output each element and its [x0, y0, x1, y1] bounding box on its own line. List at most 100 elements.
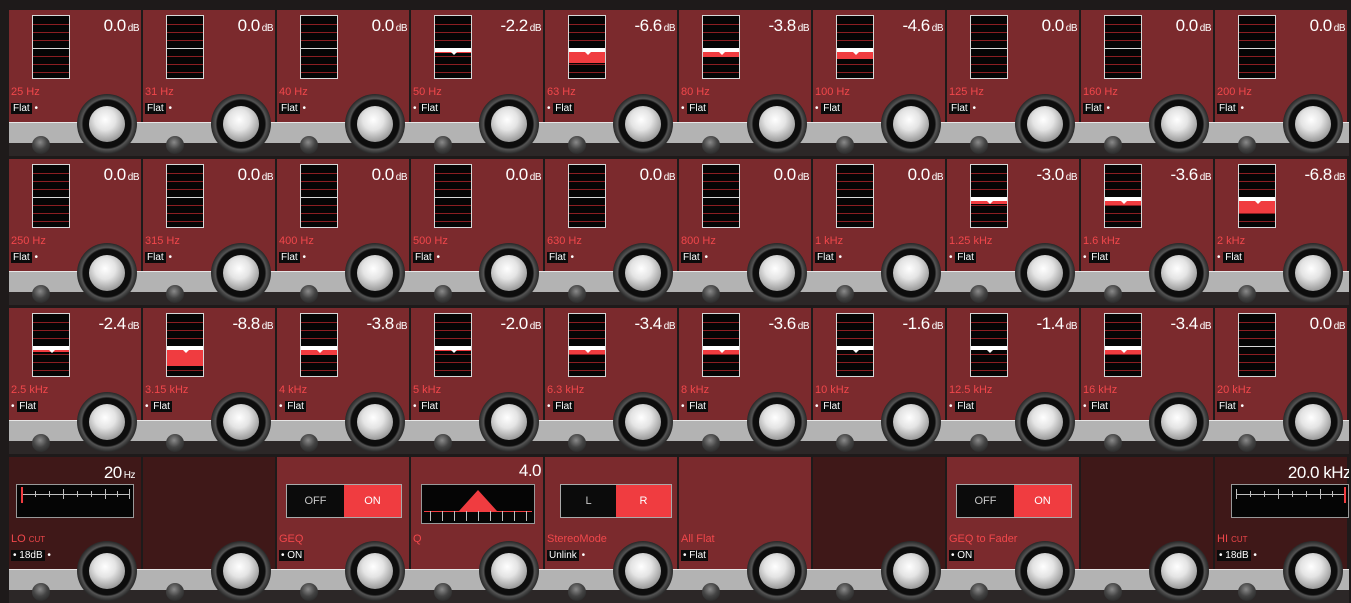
flat-selector[interactable]: Flat • [145, 252, 172, 266]
flat-selector[interactable]: • Flat [145, 401, 172, 415]
hi-cut-slider[interactable] [1231, 484, 1349, 518]
band-select-button[interactable] [300, 434, 318, 452]
band-select-button[interactable] [1104, 136, 1122, 154]
gain-knob[interactable] [345, 94, 405, 154]
flat-selector[interactable]: • Flat [547, 103, 574, 117]
gain-knob[interactable] [1283, 243, 1343, 303]
gain-knob[interactable] [1283, 392, 1343, 452]
band-select-button[interactable] [434, 136, 452, 154]
flat-selector[interactable]: • Flat [279, 401, 306, 415]
band-select-button[interactable] [568, 434, 586, 452]
flat-selector[interactable]: Flat • [681, 252, 708, 266]
stereo-toggle[interactable]: L R [560, 484, 672, 518]
flat-selector[interactable]: • Flat [681, 103, 708, 117]
band-select-button[interactable] [300, 285, 318, 303]
flat-selector[interactable]: • Flat [815, 401, 842, 415]
hi-cut-select-button[interactable] [1238, 583, 1256, 601]
gain-meter[interactable] [32, 15, 70, 79]
lo-cut-setting[interactable]: • 18dB • [11, 550, 51, 564]
flat-selector[interactable]: Flat • [279, 252, 306, 266]
gain-meter[interactable] [300, 164, 338, 228]
gain-meter[interactable] [434, 313, 472, 377]
gain-knob[interactable] [881, 94, 941, 154]
q-knob[interactable] [479, 541, 539, 601]
geq-to-fader-on-option[interactable]: ON [1014, 485, 1071, 517]
geq-knob[interactable] [345, 541, 405, 601]
gain-knob[interactable] [1015, 243, 1075, 303]
all-flat-select-button[interactable] [702, 583, 720, 601]
gain-meter[interactable] [702, 164, 740, 228]
band-select-button[interactable] [836, 434, 854, 452]
flat-selector[interactable]: Flat • [413, 252, 440, 266]
gain-knob[interactable] [345, 392, 405, 452]
band-select-button[interactable] [970, 434, 988, 452]
gain-meter[interactable] [970, 15, 1008, 79]
gain-meter[interactable] [970, 164, 1008, 228]
geq-to-fader-select-button[interactable] [970, 583, 988, 601]
band-select-button[interactable] [1238, 285, 1256, 303]
all-flat-setting[interactable]: • Flat [681, 550, 708, 564]
gain-meter[interactable] [568, 164, 606, 228]
flat-selector[interactable]: Flat • [11, 103, 38, 117]
gain-meter[interactable] [970, 313, 1008, 377]
band-select-button[interactable] [702, 136, 720, 154]
stereo-select-button[interactable] [568, 583, 586, 601]
band-select-button[interactable] [1104, 434, 1122, 452]
gain-knob[interactable] [479, 243, 539, 303]
gain-knob[interactable] [881, 243, 941, 303]
gain-meter[interactable] [836, 164, 874, 228]
gain-meter[interactable] [702, 313, 740, 377]
band-select-button[interactable] [166, 285, 184, 303]
stereo-right-option[interactable]: R [616, 485, 671, 517]
flat-selector[interactable]: • Flat [1083, 252, 1110, 266]
flat-selector[interactable]: Flat • [1217, 103, 1244, 117]
gain-meter[interactable] [1104, 313, 1142, 377]
flat-selector[interactable]: Flat • [547, 252, 574, 266]
lo-cut-knob[interactable] [77, 541, 137, 601]
band-select-button[interactable] [836, 136, 854, 154]
geq-off-option[interactable]: OFF [287, 485, 344, 517]
gain-meter[interactable] [568, 15, 606, 79]
flat-selector[interactable]: • Flat [413, 103, 440, 117]
geq-toggle[interactable]: OFF ON [286, 484, 402, 518]
band-select-button[interactable] [434, 285, 452, 303]
geq-to-fader-toggle[interactable]: OFF ON [956, 484, 1072, 518]
flat-selector[interactable]: • Flat [815, 103, 842, 117]
band-select-button[interactable] [702, 285, 720, 303]
geq-to-fader-setting[interactable]: • ON [949, 550, 975, 564]
gain-meter[interactable] [166, 313, 204, 377]
band-select-button[interactable] [300, 136, 318, 154]
gain-knob[interactable] [747, 392, 807, 452]
gain-knob[interactable] [1149, 243, 1209, 303]
flat-selector[interactable]: • Flat [11, 401, 38, 415]
gain-meter[interactable] [702, 15, 740, 79]
all-flat-knob[interactable] [747, 541, 807, 601]
gain-meter[interactable] [300, 313, 338, 377]
gain-knob[interactable] [1283, 94, 1343, 154]
gain-knob[interactable] [1149, 392, 1209, 452]
gain-meter[interactable] [836, 15, 874, 79]
geq-select-button[interactable] [300, 583, 318, 601]
flat-selector[interactable]: • Flat [1217, 252, 1244, 266]
flat-selector[interactable]: Flat • [1217, 401, 1244, 415]
band-select-button[interactable] [434, 434, 452, 452]
gain-meter[interactable] [1104, 164, 1142, 228]
gain-meter[interactable] [1238, 15, 1276, 79]
stereo-mode-knob[interactable] [613, 541, 673, 601]
stereo-left-option[interactable]: L [561, 485, 616, 517]
flat-selector[interactable]: • Flat [949, 401, 976, 415]
geq-on-option[interactable]: ON [344, 485, 401, 517]
band-select-button[interactable] [32, 136, 50, 154]
band-select-button[interactable] [166, 136, 184, 154]
knob[interactable] [1149, 541, 1209, 601]
gain-knob[interactable] [77, 94, 137, 154]
flat-selector[interactable]: Flat • [1083, 103, 1110, 117]
flat-selector[interactable]: • Flat [547, 401, 574, 415]
gain-knob[interactable] [747, 94, 807, 154]
band-select-button[interactable] [1238, 136, 1256, 154]
flat-selector[interactable]: Flat • [145, 103, 172, 117]
band-select-button[interactable] [1104, 285, 1122, 303]
flat-selector[interactable]: Flat • [11, 252, 38, 266]
gain-meter[interactable] [836, 313, 874, 377]
band-select-button[interactable] [568, 285, 586, 303]
